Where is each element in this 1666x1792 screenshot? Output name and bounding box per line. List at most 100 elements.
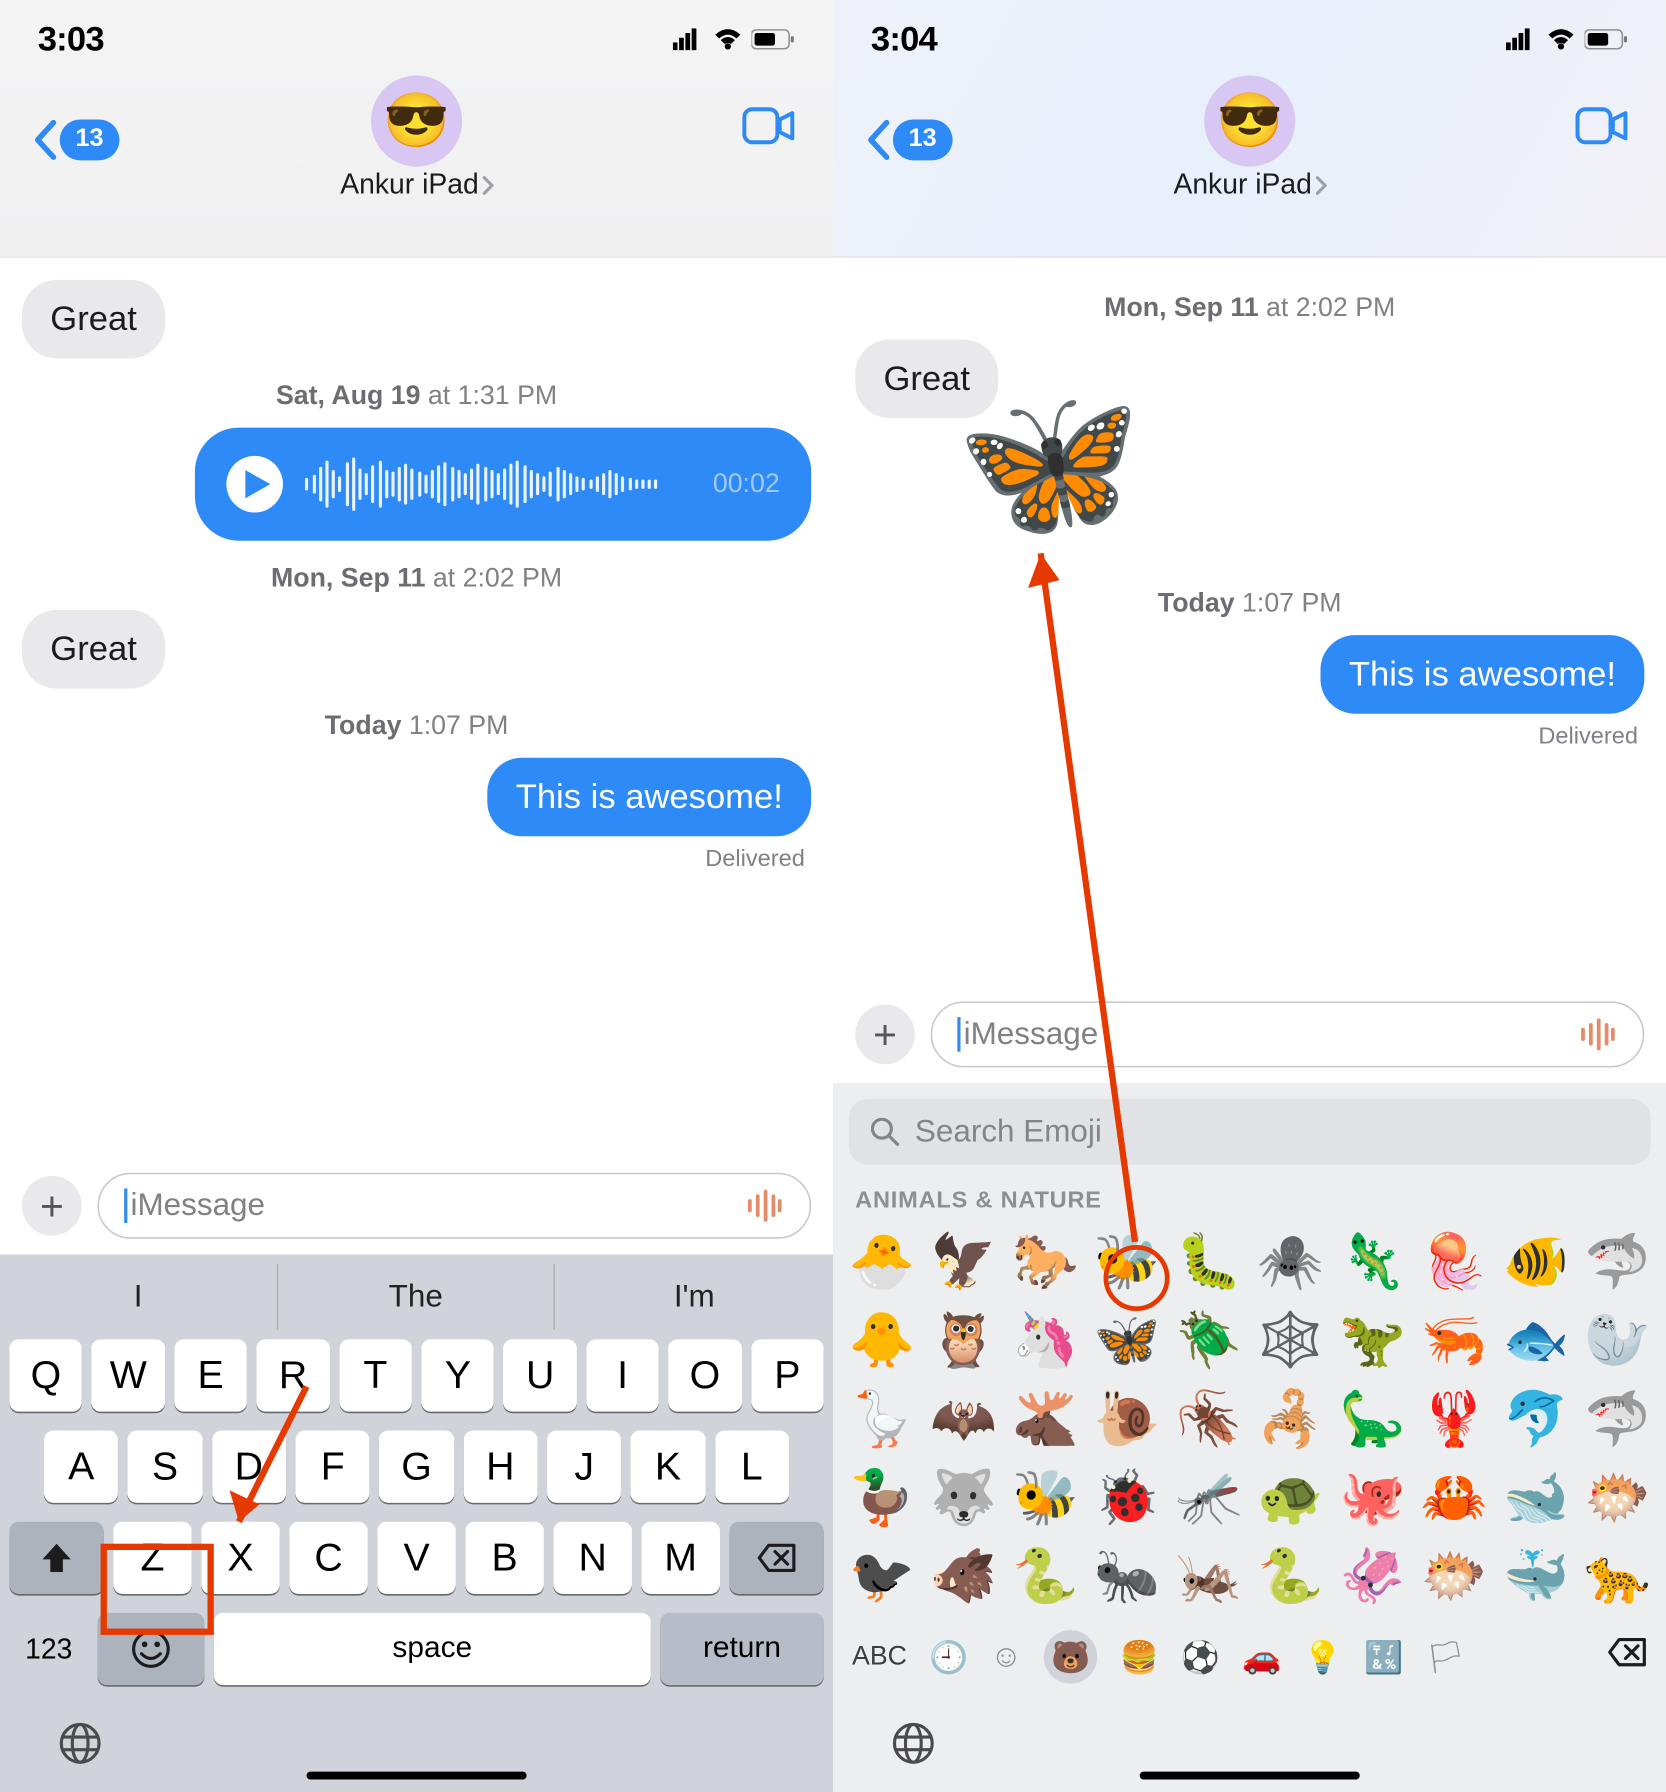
key-m[interactable]: M: [641, 1522, 720, 1594]
audio-record-icon[interactable]: [747, 1188, 785, 1223]
emoji-cell[interactable]: 🐥: [841, 1302, 923, 1381]
emoji-cell[interactable]: 🦆: [841, 1459, 923, 1538]
contact-avatar[interactable]: 😎: [371, 75, 462, 166]
key-g[interactable]: G: [379, 1431, 453, 1503]
suggestion[interactable]: I'm: [555, 1264, 833, 1330]
category-objects[interactable]: 💡: [1303, 1637, 1342, 1676]
emoji-cell[interactable]: 🐠: [1495, 1223, 1577, 1302]
category-flags[interactable]: 🏳: [1426, 1637, 1466, 1676]
key-v[interactable]: V: [377, 1522, 456, 1594]
emoji-cell[interactable]: 🦟: [1168, 1459, 1250, 1538]
message-thread[interactable]: Mon, Sep 11 at 2:02 PM Great Today 1:07 …: [833, 258, 1666, 986]
key-c[interactable]: C: [289, 1522, 368, 1594]
backspace-key[interactable]: [1607, 1636, 1648, 1677]
emoji-cell[interactable]: 🐺: [923, 1459, 1005, 1538]
emoji-cell[interactable]: 🦄: [1005, 1302, 1087, 1381]
message-input[interactable]: iMessage: [931, 1001, 1645, 1067]
key-h[interactable]: H: [463, 1431, 537, 1503]
emoji-cell[interactable]: 🦗: [1168, 1537, 1250, 1616]
play-button[interactable]: [227, 456, 284, 513]
category-animals[interactable]: 🐻: [1044, 1630, 1097, 1683]
home-indicator[interactable]: [1140, 1772, 1360, 1780]
emoji-cell[interactable]: 🐦‍⬛: [841, 1537, 923, 1616]
emoji-cell[interactable]: 🐝: [1005, 1459, 1087, 1538]
emoji-cell[interactable]: 🐟: [1495, 1302, 1577, 1381]
emoji-cell[interactable]: 🐗: [923, 1537, 1005, 1616]
emoji-cell[interactable]: 🐝: [1086, 1223, 1168, 1302]
key-s[interactable]: S: [128, 1431, 202, 1503]
globe-icon[interactable]: [890, 1720, 937, 1767]
facetime-button[interactable]: [1575, 107, 1628, 145]
back-button[interactable]: 13: [865, 118, 953, 162]
emoji-cell[interactable]: 🐬: [1495, 1380, 1577, 1459]
category-symbols[interactable]: 🔣: [1364, 1637, 1403, 1676]
message-input[interactable]: iMessage: [97, 1173, 811, 1239]
emoji-cell[interactable]: 🦀: [1413, 1459, 1495, 1538]
emoji-cell[interactable]: 🦇: [923, 1380, 1005, 1459]
emoji-cell[interactable]: 🦑: [1331, 1537, 1413, 1616]
emoji-cell[interactable]: 🦉: [923, 1302, 1005, 1381]
emoji-cell[interactable]: 🐎: [1005, 1223, 1087, 1302]
emoji-cell[interactable]: 🐢: [1250, 1459, 1332, 1538]
audio-waveform[interactable]: [306, 453, 691, 516]
key-j[interactable]: J: [547, 1431, 621, 1503]
emoji-cell[interactable]: 🐞: [1086, 1459, 1168, 1538]
key-y[interactable]: Y: [421, 1339, 494, 1411]
audio-message-bubble[interactable]: 00:02: [196, 428, 812, 541]
suggestion[interactable]: I: [0, 1264, 278, 1330]
emoji-cell[interactable]: 🦈: [1577, 1223, 1659, 1302]
key-u[interactable]: U: [504, 1339, 577, 1411]
plus-button[interactable]: +: [22, 1176, 82, 1236]
category-recent[interactable]: 🕘: [929, 1637, 968, 1676]
emoji-cell[interactable]: 🪼: [1413, 1223, 1495, 1302]
emoji-cell[interactable]: 🐋: [1495, 1459, 1577, 1538]
category-food[interactable]: 🍔: [1120, 1637, 1159, 1676]
emoji-cell[interactable]: 🐌: [1086, 1380, 1168, 1459]
return-key[interactable]: return: [660, 1613, 823, 1685]
key-k[interactable]: K: [631, 1431, 705, 1503]
emoji-cell[interactable]: 🐆: [1577, 1537, 1659, 1616]
suggestion[interactable]: The: [278, 1264, 556, 1330]
key-a[interactable]: A: [44, 1431, 118, 1503]
key-n[interactable]: N: [553, 1522, 632, 1594]
category-activity[interactable]: ⚽: [1181, 1637, 1220, 1676]
emoji-cell[interactable]: 🦋: [1086, 1302, 1168, 1381]
category-travel[interactable]: 🚗: [1242, 1637, 1281, 1676]
emoji-cell[interactable]: 🐡: [1413, 1537, 1495, 1616]
switch-123-key[interactable]: 123: [9, 1613, 88, 1685]
contact-name[interactable]: Ankur iPad: [833, 168, 1666, 201]
emoji-cell[interactable]: 🪲: [1168, 1302, 1250, 1381]
emoji-cell[interactable]: 🐍: [1250, 1537, 1332, 1616]
key-f[interactable]: F: [296, 1431, 370, 1503]
emoji-cell[interactable]: 🕷️: [1250, 1223, 1332, 1302]
key-e[interactable]: E: [174, 1339, 247, 1411]
message-thread[interactable]: Great Sat, Aug 19 at 1:31 PM 00:02 Mon, …: [0, 258, 833, 1157]
emoji-cell[interactable]: 🐣: [841, 1223, 923, 1302]
key-l[interactable]: L: [715, 1431, 789, 1503]
emoji-cell[interactable]: 🐜: [1086, 1537, 1168, 1616]
emoji-cell[interactable]: 🦞: [1413, 1380, 1495, 1459]
emoji-cell[interactable]: 🦈: [1577, 1380, 1659, 1459]
contact-avatar[interactable]: 😎: [1204, 75, 1295, 166]
emoji-cell[interactable]: 🐙: [1331, 1459, 1413, 1538]
emoji-cell[interactable]: 🐳: [1495, 1537, 1577, 1616]
key-o[interactable]: O: [668, 1339, 741, 1411]
emoji-cell[interactable]: 🐍: [1005, 1537, 1087, 1616]
emoji-cell[interactable]: 🫎: [1005, 1380, 1087, 1459]
key-p[interactable]: P: [751, 1339, 824, 1411]
emoji-cell[interactable]: 🪿: [841, 1380, 923, 1459]
switch-abc-key[interactable]: ABC: [852, 1641, 907, 1672]
space-key[interactable]: space: [214, 1613, 651, 1685]
globe-icon[interactable]: [57, 1720, 104, 1767]
emoji-cell[interactable]: 🐡: [1577, 1459, 1659, 1538]
key-t[interactable]: T: [339, 1339, 412, 1411]
emoji-cell[interactable]: 🦐: [1413, 1302, 1495, 1381]
back-button[interactable]: 13: [31, 118, 119, 162]
emoji-cell[interactable]: 🦖: [1331, 1302, 1413, 1381]
emoji-cell[interactable]: 🪳: [1168, 1380, 1250, 1459]
emoji-cell[interactable]: 🐛: [1168, 1223, 1250, 1302]
emoji-cell[interactable]: 🦭: [1577, 1302, 1659, 1381]
key-b[interactable]: B: [465, 1522, 544, 1594]
emoji-cell[interactable]: 🦅: [923, 1223, 1005, 1302]
emoji-cell[interactable]: 🦎: [1331, 1223, 1413, 1302]
